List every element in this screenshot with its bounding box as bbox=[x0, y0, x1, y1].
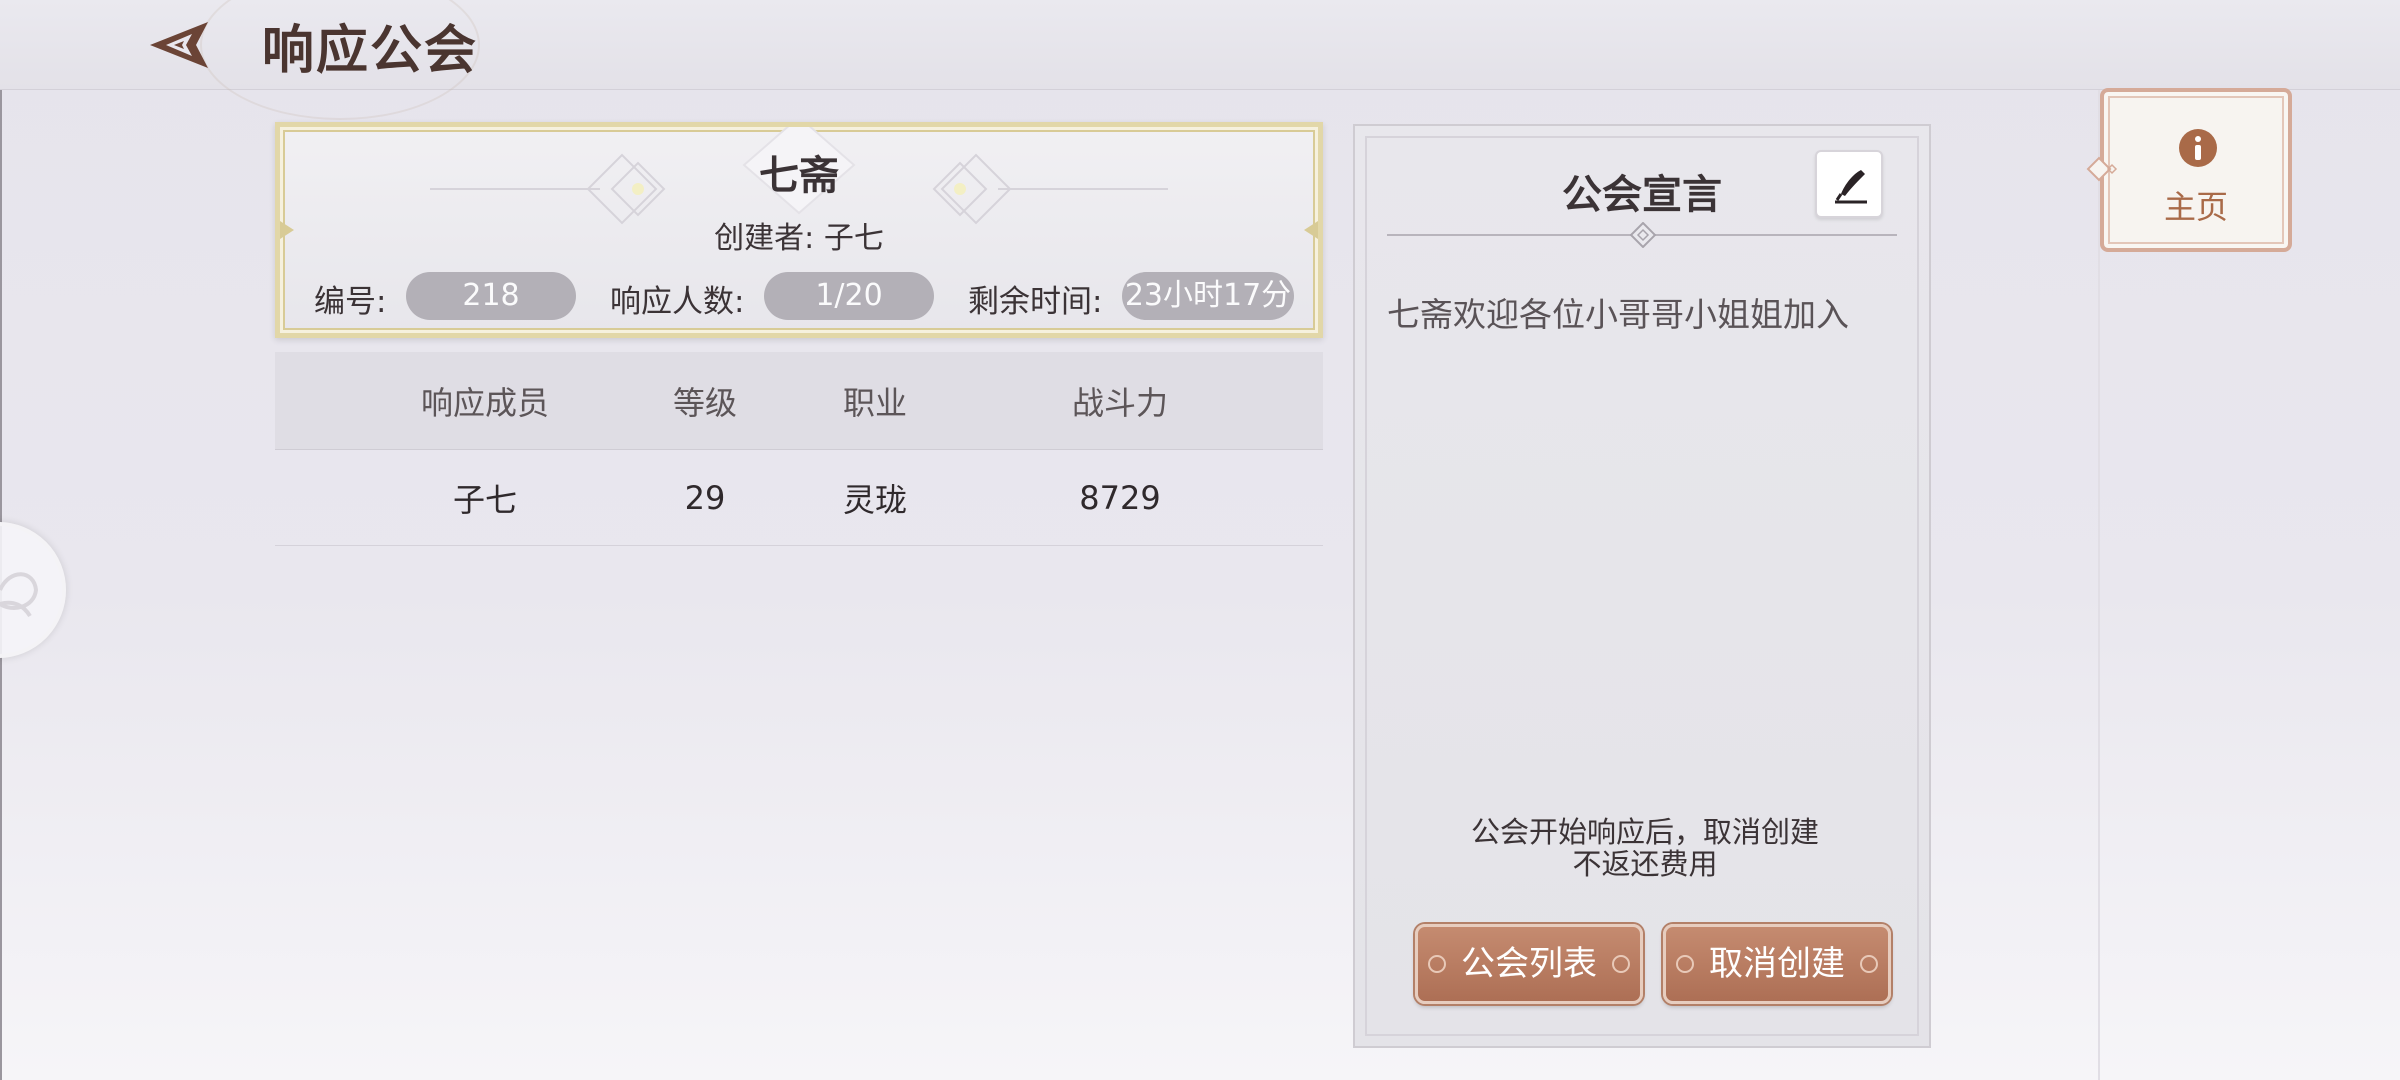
button-ornament-icon bbox=[1612, 955, 1630, 973]
creator-row: 创建者: 子七 bbox=[280, 213, 1318, 257]
member-power: 8729 bbox=[1079, 478, 1161, 517]
button-ornament-icon bbox=[1860, 955, 1878, 973]
members-table: 响应成员 等级 职业 战斗力 子七 29 灵珑 8729 bbox=[275, 352, 1323, 546]
panel-inner-frame bbox=[1365, 136, 1919, 1036]
table-header: 响应成员 等级 职业 战斗力 bbox=[275, 352, 1323, 450]
column-header-class: 职业 bbox=[842, 383, 907, 422]
guild-name: 七斋 bbox=[759, 153, 839, 199]
top-bar: 响应公会 bbox=[0, 0, 2400, 120]
column-header-member: 响应成员 bbox=[420, 383, 549, 422]
button-ornament-icon bbox=[1428, 955, 1446, 973]
tab-home-label: 主页 bbox=[2163, 188, 2228, 226]
back-arrow-icon bbox=[150, 22, 208, 68]
left-drawer-handle[interactable] bbox=[0, 522, 66, 658]
id-value-pill: 218 bbox=[406, 272, 576, 320]
page-title: 响应公会 bbox=[262, 21, 479, 81]
tab-home[interactable]: 主页 bbox=[2100, 88, 2292, 252]
guild-info-card: 七斋 创建者: 子七 编号: 218 响应人数: 1/20 剩余时间: 23小时… bbox=[275, 122, 1323, 338]
divider-diamond bbox=[1630, 222, 1656, 248]
responders-label: 响应人数: bbox=[610, 284, 745, 320]
member-name: 子七 bbox=[452, 480, 517, 519]
lotus-icon bbox=[0, 572, 39, 618]
pen-icon bbox=[1835, 170, 1867, 204]
time-label: 剩余时间: bbox=[968, 284, 1103, 320]
info-icon bbox=[2179, 129, 2217, 167]
manifesto-text: 七斋欢迎各位小哥哥小姐姐加入 bbox=[1387, 295, 1849, 334]
member-class: 灵珑 bbox=[842, 480, 907, 519]
creator-label: 创建者: bbox=[714, 221, 815, 256]
cancel-notice: 公会开始响应后，取消创建不返还费用 bbox=[1470, 815, 1819, 881]
manifesto-panel: 公会宣言 七斋欢迎各位小哥哥小姐姐加入 公会开始响应后，取消创建不返还费用 公会… bbox=[1353, 124, 1931, 1048]
responders-value-pill: 1/20 bbox=[764, 272, 934, 320]
cancel-creation-label: 取消创建 bbox=[1709, 944, 1845, 984]
cancel-creation-button[interactable]: 取消创建 bbox=[1663, 924, 1891, 1004]
time-value-pill: 23小时17分 bbox=[1122, 272, 1294, 320]
column-header-power: 战斗力 bbox=[1071, 383, 1168, 422]
edit-manifesto-button[interactable] bbox=[1815, 150, 1883, 218]
tab-marker-diamond bbox=[2086, 156, 2118, 182]
button-ornament-icon bbox=[1676, 955, 1694, 973]
id-label: 编号: bbox=[314, 284, 387, 320]
creator-name: 子七 bbox=[823, 221, 884, 256]
table-row[interactable]: 子七 29 灵珑 8729 bbox=[275, 450, 1323, 546]
guild-list-button[interactable]: 公会列表 bbox=[1415, 924, 1643, 1004]
back-button[interactable] bbox=[140, 14, 220, 76]
guild-list-label: 公会列表 bbox=[1461, 944, 1597, 984]
